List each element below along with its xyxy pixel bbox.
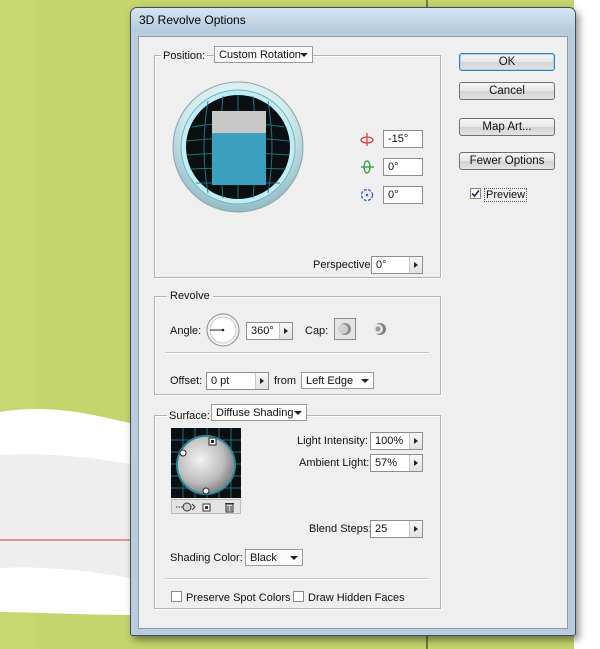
draw-hidden-faces-label[interactable]: Draw Hidden Faces (308, 592, 405, 604)
chevron-down-icon (294, 411, 302, 415)
spinner-arrow-icon[interactable] (409, 433, 422, 449)
light-intensity-label: Light Intensity: (297, 435, 368, 447)
chevron-down-icon (361, 379, 369, 383)
cap-on-icon[interactable] (334, 318, 356, 340)
preview-checkbox[interactable] (470, 188, 481, 199)
spinner-arrow-icon[interactable] (409, 455, 422, 471)
preserve-spot-colors-label[interactable]: Preserve Spot Colors (186, 592, 291, 604)
perspective-spinner[interactable]: 0° (371, 256, 423, 274)
spinner-arrow-icon[interactable] (279, 323, 292, 339)
shading-color-label: Shading Color: (170, 552, 243, 564)
light-controls-bar (171, 499, 241, 514)
spinner-arrow-icon[interactable] (255, 373, 268, 389)
cap-label: Cap: (305, 325, 329, 337)
cancel-button[interactable]: Cancel (459, 82, 555, 100)
draw-hidden-faces-checkbox[interactable] (293, 591, 304, 602)
angle-spinner[interactable]: 360° (246, 322, 293, 340)
offset-label: Offset: (170, 375, 203, 387)
ambient-light-spinner[interactable]: 57% (370, 454, 423, 472)
surface-label: Surface: (167, 410, 212, 422)
position-label: Position: (161, 50, 208, 62)
spinner-arrow-icon[interactable] (409, 521, 422, 537)
chevron-down-icon (290, 556, 298, 560)
position-dropdown[interactable]: Custom Rotation (214, 46, 313, 63)
light-intensity-spinner[interactable]: 100% (370, 432, 423, 450)
preview-label[interactable]: Preview (484, 188, 528, 202)
blend-steps-label: Blend Steps: (309, 523, 372, 535)
map-art-button[interactable]: Map Art... (459, 118, 555, 136)
y-rotation-field[interactable]: 0° (383, 158, 423, 176)
cap-off-icon[interactable] (371, 320, 389, 338)
preserve-spot-colors-checkbox[interactable] (171, 591, 182, 602)
lighting-sphere-preview[interactable] (171, 428, 241, 498)
angle-dial-icon[interactable] (206, 313, 240, 347)
new-light-icon[interactable] (202, 502, 212, 512)
delete-light-icon[interactable] (224, 501, 235, 513)
surface-divider (165, 578, 429, 580)
rotate-y-axis-icon (361, 160, 374, 174)
rotate-z-axis-icon (360, 188, 374, 202)
dialog-title: 3D Revolve Options (139, 13, 246, 27)
from-dropdown[interactable]: Left Edge (301, 372, 374, 389)
spinner-arrow-icon[interactable] (409, 257, 422, 273)
fewer-options-button[interactable]: Fewer Options (459, 152, 555, 170)
from-label: from (274, 375, 296, 387)
blend-steps-spinner[interactable]: 25 (370, 520, 423, 538)
position-dropdown-value: Custom Rotation (219, 49, 301, 61)
ambient-light-label: Ambient Light: (299, 457, 370, 469)
z-rotation-field[interactable]: 0° (383, 186, 423, 204)
3d-revolve-options-dialog: 3D Revolve Options Position: Custom Rota… (130, 7, 576, 636)
perspective-label: Perspective: (313, 259, 374, 271)
rotate-x-axis-icon (360, 133, 374, 146)
dialog-body: Position: Custom Rotation -15° 0° 0° Per… (138, 36, 568, 629)
chevron-down-icon (300, 53, 308, 57)
surface-dropdown[interactable]: Diffuse Shading (211, 404, 307, 421)
move-light-back-icon[interactable] (176, 502, 196, 512)
revolve-group-label: Revolve (167, 290, 213, 302)
ok-button[interactable]: OK (459, 53, 555, 71)
offset-spinner[interactable]: 0 pt (206, 372, 269, 390)
x-rotation-field[interactable]: -15° (383, 130, 423, 148)
angle-label: Angle: (170, 325, 202, 337)
shading-color-dropdown[interactable]: Black (245, 549, 303, 566)
title-bar[interactable]: 3D Revolve Options (131, 8, 575, 32)
checkmark-icon (471, 189, 480, 198)
rotation-track-cube[interactable] (172, 81, 304, 213)
revolve-divider (165, 352, 429, 354)
